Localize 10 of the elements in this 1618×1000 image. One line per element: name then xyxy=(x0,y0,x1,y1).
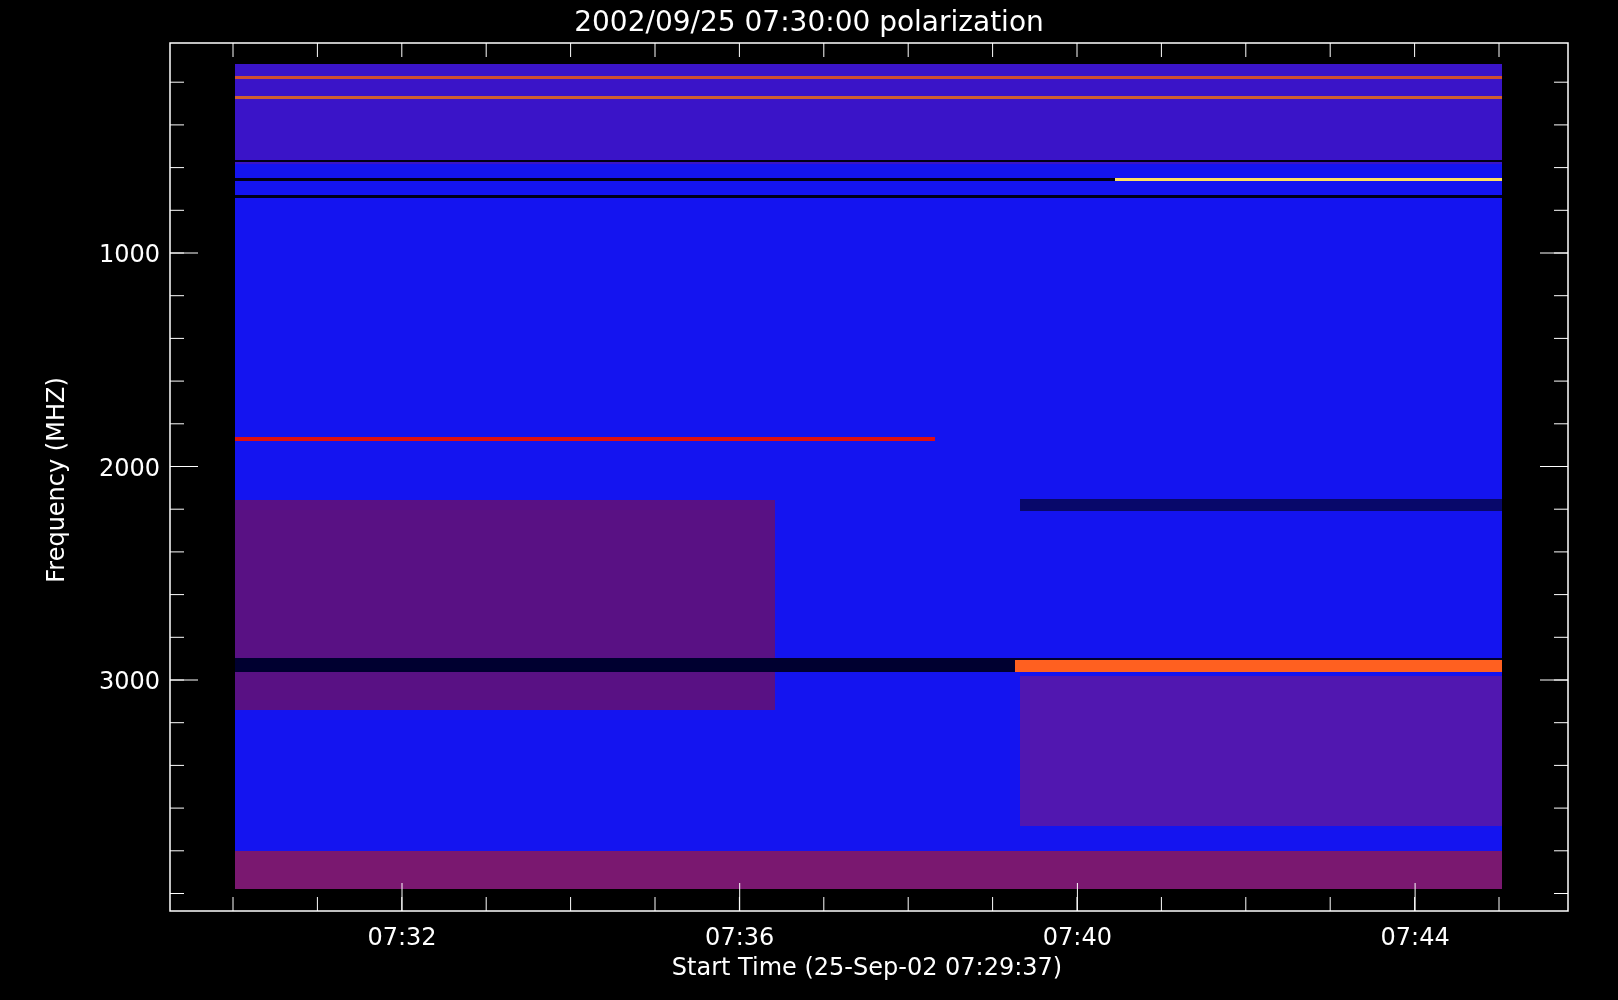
y-tick-label: 2000 xyxy=(98,453,160,482)
x-axis-label: Start Time (25-Sep-02 07:29:37) xyxy=(671,953,1063,981)
plot-title: 2002/09/25 07:30:00 polarization xyxy=(574,5,1044,38)
x-tick-label: 07:32 xyxy=(367,923,437,951)
y-tick-label: 3000 xyxy=(98,667,160,695)
x-tick-label: 07:36 xyxy=(705,923,775,951)
x-tick-label: 07:40 xyxy=(1042,923,1112,951)
y-tick-label: 1000 xyxy=(98,240,160,268)
y-axis-label: Frequency (MHZ) xyxy=(42,377,70,583)
x-tick-label: 07:44 xyxy=(1380,923,1450,951)
